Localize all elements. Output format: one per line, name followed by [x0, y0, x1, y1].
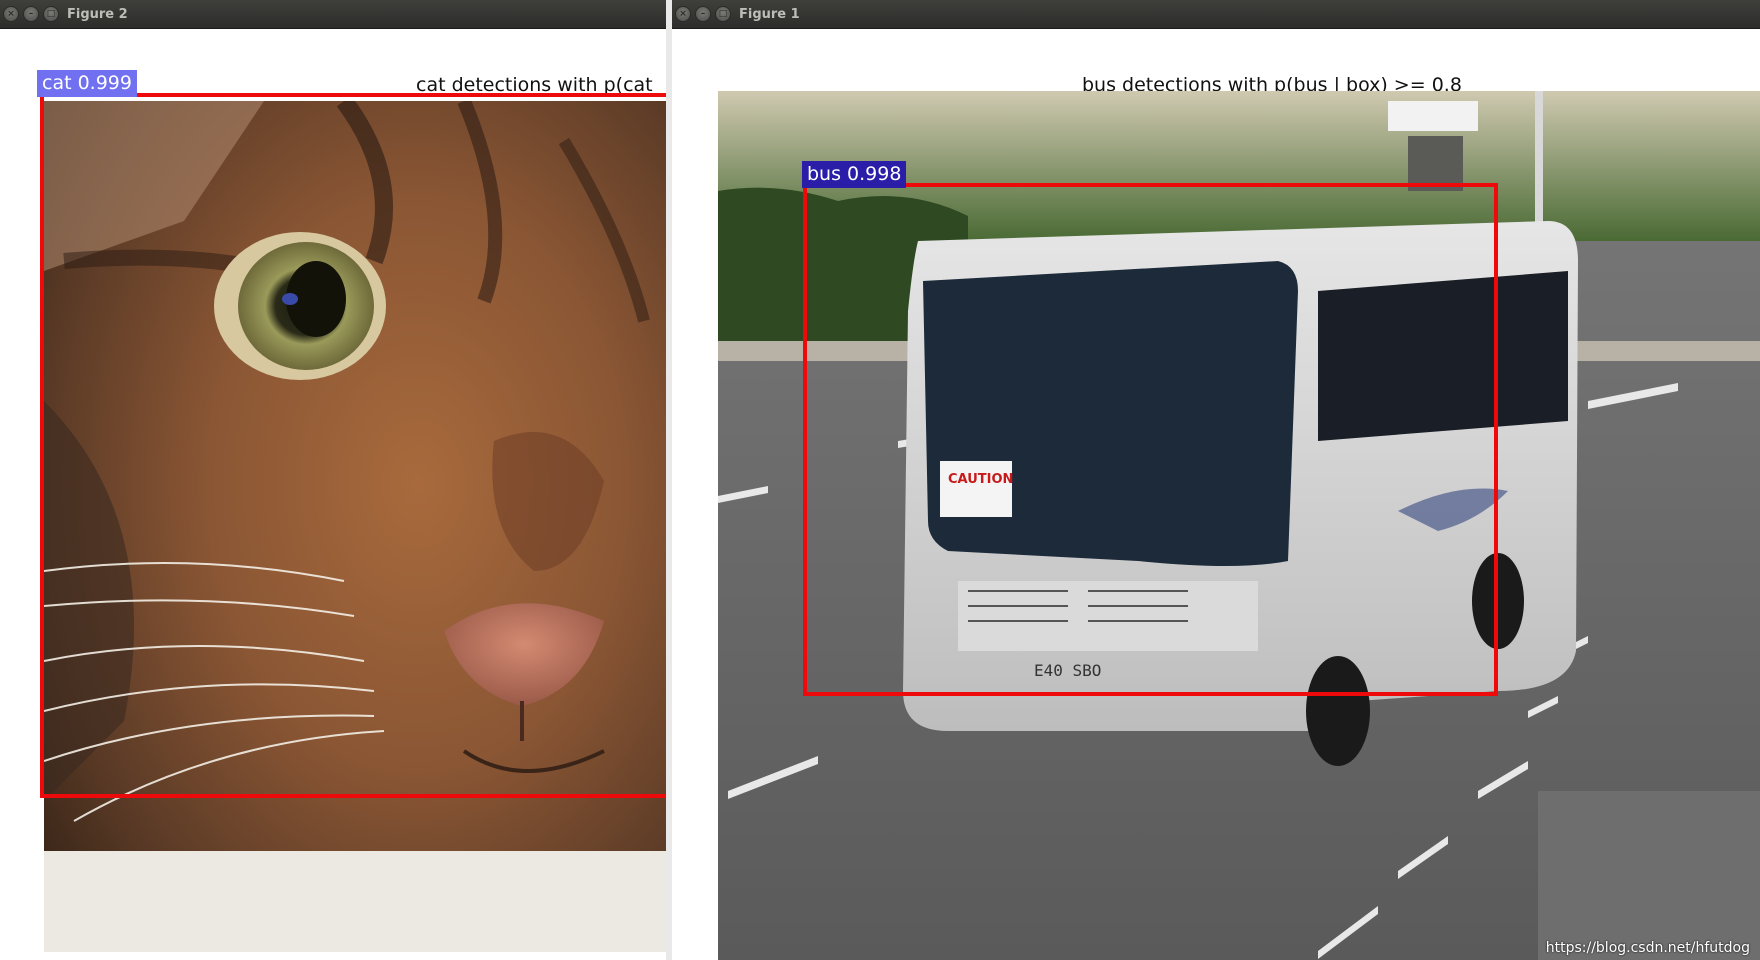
cat-detection-box	[40, 93, 666, 798]
watermark: https://blog.csdn.net/hfutdog	[1545, 940, 1750, 956]
cat-detection-label: cat 0.999	[37, 70, 137, 97]
figure1-canvas: bus detections with p(bus | box) >= 0.8	[672, 29, 1760, 960]
close-icon[interactable]: ×	[3, 6, 19, 22]
window-controls: × – □	[3, 6, 59, 22]
window-title: Figure 2	[67, 6, 128, 22]
desktop: × – □ Figure 2 cat detections with p(cat	[0, 0, 1760, 960]
bus-detection-box	[803, 183, 1498, 696]
window-controls: × – □	[675, 6, 731, 22]
figure2-window[interactable]: × – □ Figure 2 cat detections with p(cat	[0, 0, 666, 960]
maximize-icon[interactable]: □	[715, 6, 731, 22]
minimize-icon[interactable]: –	[23, 6, 39, 22]
maximize-icon[interactable]: □	[43, 6, 59, 22]
figure2-canvas: cat detections with p(cat cat 0.999	[0, 29, 666, 960]
figure1-titlebar[interactable]: × – □ Figure 1	[672, 0, 1760, 29]
minimize-icon[interactable]: –	[695, 6, 711, 22]
figure2-titlebar[interactable]: × – □ Figure 2	[0, 0, 666, 29]
figure1-window[interactable]: × – □ Figure 1 bus detections with p(bus…	[666, 0, 1760, 960]
window-title: Figure 1	[739, 6, 800, 22]
bus-detection-label: bus 0.998	[802, 161, 907, 188]
close-icon[interactable]: ×	[675, 6, 691, 22]
